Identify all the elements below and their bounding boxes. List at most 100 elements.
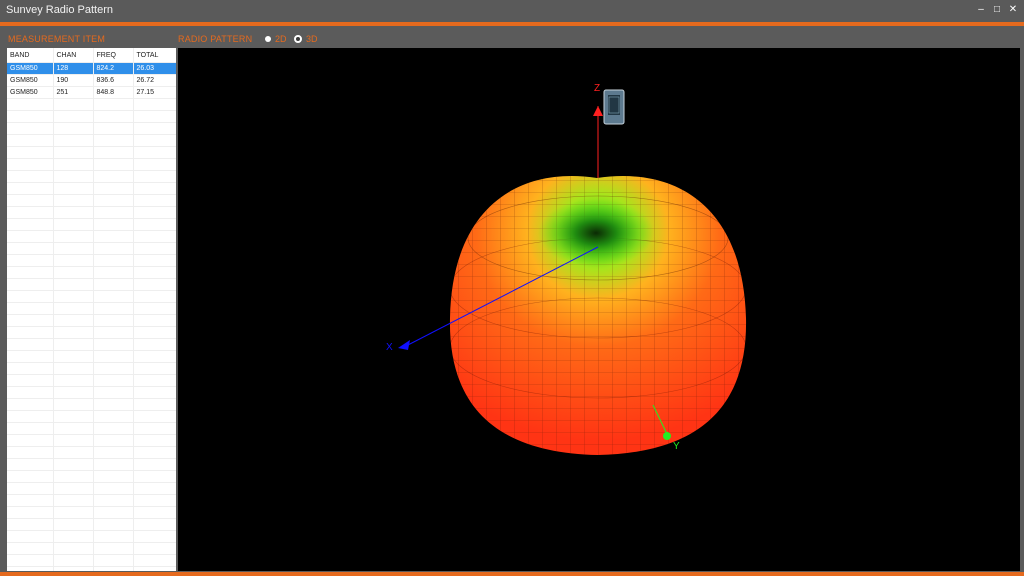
- cell-total: 27.15: [133, 86, 176, 99]
- x-axis-arrow: [398, 340, 410, 350]
- restore-icon[interactable]: □: [992, 3, 1002, 17]
- empty-cell: [7, 554, 54, 567]
- empty-cell: [93, 122, 134, 135]
- empty-cell: [7, 326, 54, 339]
- empty-cell: [53, 518, 94, 531]
- empty-cell: [133, 410, 176, 423]
- cell-chan: 128: [53, 62, 94, 75]
- empty-table-row: [7, 350, 176, 363]
- empty-table-row: [7, 206, 176, 219]
- measurement-item-label: MEASUREMENT ITEM: [8, 34, 106, 44]
- empty-cell: [53, 398, 94, 411]
- empty-cell: [93, 302, 134, 315]
- empty-cell: [93, 242, 134, 255]
- empty-cell: [53, 278, 94, 291]
- empty-cell: [7, 182, 54, 195]
- empty-cell: [93, 518, 134, 531]
- col-total[interactable]: TOTAL: [133, 48, 176, 63]
- measurement-table: BAND CHAN FREQ TOTAL GSM850 128 824.2 26…: [7, 48, 176, 571]
- empty-cell: [7, 302, 54, 315]
- cell-freq: 836.6: [93, 74, 134, 87]
- empty-table-row: [7, 134, 176, 147]
- empty-cell: [93, 422, 134, 435]
- cell-band: GSM850: [7, 86, 54, 99]
- empty-table-row: [7, 470, 176, 483]
- empty-cell: [53, 350, 94, 363]
- empty-cell: [7, 482, 54, 495]
- empty-table-row: [7, 266, 176, 279]
- empty-cell: [7, 338, 54, 351]
- empty-cell: [93, 350, 134, 363]
- empty-cell: [93, 98, 134, 111]
- empty-table-row: [7, 230, 176, 243]
- empty-cell: [133, 110, 176, 123]
- empty-table-row: [7, 566, 176, 571]
- empty-cell: [53, 182, 94, 195]
- empty-cell: [7, 266, 54, 279]
- y-axis-label: Y: [673, 441, 680, 452]
- empty-table-row: [7, 482, 176, 495]
- empty-table-row: [7, 242, 176, 255]
- empty-cell: [53, 290, 94, 303]
- empty-cell: [133, 362, 176, 375]
- empty-cell: [133, 482, 176, 495]
- empty-cell: [133, 518, 176, 531]
- empty-cell: [133, 458, 176, 471]
- empty-cell: [7, 542, 54, 555]
- empty-cell: [53, 482, 94, 495]
- empty-cell: [93, 554, 134, 567]
- empty-cell: [93, 182, 134, 195]
- cell-band: GSM850: [7, 74, 54, 87]
- title-bar: Sunvey Radio Pattern – □ ✕: [0, 0, 1024, 22]
- empty-cell: [7, 206, 54, 219]
- table-row[interactable]: GSM850 128 824.2 26.03: [7, 62, 176, 75]
- empty-cell: [53, 98, 94, 111]
- empty-cell: [133, 170, 176, 183]
- empty-cell: [53, 494, 94, 507]
- empty-cell: [93, 542, 134, 555]
- empty-cell: [53, 542, 94, 555]
- empty-cell: [93, 434, 134, 447]
- empty-cell: [133, 398, 176, 411]
- empty-cell: [7, 470, 54, 483]
- empty-cell: [7, 422, 54, 435]
- option-3d[interactable]: 3D: [294, 34, 318, 44]
- empty-cell: [133, 206, 176, 219]
- empty-cell: [53, 326, 94, 339]
- empty-table-row: [7, 494, 176, 507]
- empty-cell: [93, 374, 134, 387]
- empty-cell: [93, 326, 134, 339]
- pattern-svg: [398, 89, 747, 455]
- option-2d[interactable]: 2D: [265, 34, 287, 44]
- empty-cell: [133, 506, 176, 519]
- table-row[interactable]: GSM850 251 848.8 27.15: [7, 86, 176, 99]
- empty-cell: [53, 146, 94, 159]
- 3d-pattern-viewer[interactable]: Z X Y: [178, 48, 1020, 571]
- table-row[interactable]: GSM850 190 836.6 26.72: [7, 74, 176, 87]
- empty-cell: [93, 290, 134, 303]
- empty-cell: [133, 230, 176, 243]
- empty-table-row: [7, 302, 176, 315]
- radio-3d-icon[interactable]: [294, 35, 302, 43]
- radio-2d-icon[interactable]: [265, 36, 271, 42]
- empty-cell: [53, 434, 94, 447]
- empty-cell: [53, 458, 94, 471]
- empty-table-row: [7, 386, 176, 399]
- empty-cell: [53, 242, 94, 255]
- empty-cell: [53, 446, 94, 459]
- col-chan[interactable]: CHAN: [53, 48, 94, 63]
- empty-cell: [133, 470, 176, 483]
- col-freq[interactable]: FREQ: [93, 48, 134, 63]
- col-band[interactable]: BAND: [7, 48, 54, 63]
- empty-cell: [7, 530, 54, 543]
- empty-table-row: [7, 122, 176, 135]
- empty-cell: [133, 338, 176, 351]
- empty-cell: [133, 530, 176, 543]
- minimize-icon[interactable]: –: [976, 3, 986, 17]
- empty-cell: [93, 170, 134, 183]
- empty-cell: [133, 446, 176, 459]
- empty-cell: [133, 194, 176, 207]
- empty-cell: [53, 266, 94, 279]
- close-icon[interactable]: ✕: [1008, 3, 1018, 17]
- empty-table-row: [7, 422, 176, 435]
